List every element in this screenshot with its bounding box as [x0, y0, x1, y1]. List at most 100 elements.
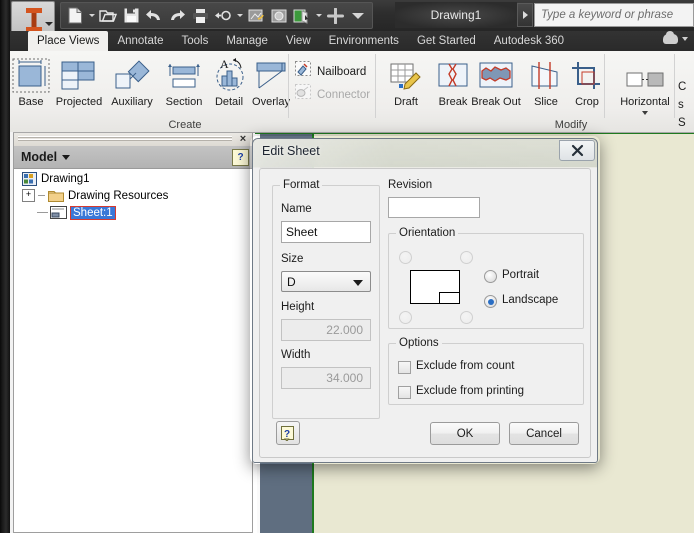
- tree-connector-line: [37, 212, 48, 213]
- chevron-down-icon[interactable]: [62, 154, 71, 160]
- panel-separator: [288, 54, 289, 118]
- size-select[interactable]: D: [281, 271, 371, 292]
- ok-button[interactable]: OK: [430, 422, 500, 445]
- ribbon-label-projected: Projected: [55, 96, 103, 108]
- cloud-dropdown-caret-icon: [682, 37, 688, 41]
- connector-icon: [295, 84, 312, 105]
- next-document-button[interactable]: [517, 3, 533, 27]
- tab-annotate[interactable]: Annotate: [108, 31, 172, 51]
- base-view-icon: [12, 54, 50, 94]
- format-group-legend: Format: [283, 179, 320, 191]
- panel-separator: [604, 54, 605, 118]
- panel-separator: [674, 54, 675, 118]
- save-icon[interactable]: [120, 4, 142, 27]
- tree-expander-plus[interactable]: +: [22, 189, 35, 202]
- search-input[interactable]: Type a keyword or phrase: [534, 3, 694, 27]
- new-icon[interactable]: [64, 4, 86, 27]
- dialog-close-button[interactable]: [559, 140, 595, 161]
- draft-icon: [387, 54, 425, 94]
- size-select-value: D: [287, 274, 296, 289]
- name-input[interactable]: Sheet: [281, 221, 371, 243]
- print-icon[interactable]: [189, 4, 211, 27]
- ribbon-button-nailboard[interactable]: Nailboard: [295, 61, 366, 82]
- ribbon-label-base: Base: [18, 96, 44, 108]
- browser-help-icon[interactable]: ?: [232, 149, 249, 166]
- browser-header[interactable]: Model ?: [14, 146, 252, 169]
- ribbon-label-draft: Draft: [394, 96, 418, 108]
- browser-close-button[interactable]: ×: [237, 132, 249, 145]
- overlay-view-icon: [252, 54, 290, 94]
- tab-get-started[interactable]: Get Started: [408, 31, 485, 51]
- ribbon-label-crop: Crop: [575, 96, 599, 108]
- corner-radio-top-left: [399, 251, 412, 264]
- select-icon[interactable]: [324, 4, 346, 27]
- dialog-body: Format Name Sheet Size D Height 22.000 W…: [259, 168, 591, 458]
- options-group-legend: Options: [399, 337, 439, 349]
- svg-text:?: ?: [284, 429, 290, 440]
- chevron-down-icon: [353, 280, 363, 286]
- ribbon-button-projected[interactable]: Projected: [52, 54, 106, 116]
- title-bar: PRO: [0, 0, 694, 46]
- ribbon-button-overlay[interactable]: Overlay: [244, 54, 298, 116]
- ribbon-label-overlay: Overlay: [252, 96, 290, 108]
- appearance-icon[interactable]: [291, 4, 313, 27]
- corner-radio-bottom-left: [399, 311, 412, 324]
- orientation-radio-portrait[interactable]: [484, 270, 497, 283]
- undo-icon[interactable]: [143, 4, 165, 27]
- ribbon-button-crop[interactable]: Crop: [560, 54, 614, 116]
- ribbon-button-base[interactable]: Base: [4, 54, 58, 116]
- checkbox-exclude-from-count[interactable]: [398, 361, 411, 374]
- tree-label-sheet: Sheet:1: [70, 205, 116, 220]
- update-icon[interactable]: [245, 4, 267, 27]
- checkbox-exclude-from-printing[interactable]: [398, 386, 411, 399]
- browser-drag-grip[interactable]: ×: [14, 132, 252, 147]
- ribbon-button-horizontal[interactable]: Horizontal: [614, 54, 676, 116]
- tab-place-views[interactable]: Place Views: [28, 31, 109, 51]
- tab-view[interactable]: View: [277, 31, 320, 51]
- return-dropdown-caret-icon[interactable]: [235, 4, 244, 27]
- application-left-edge: [0, 0, 10, 533]
- edit-sheet-dialog: Edit Sheet Format Name Sheet Size D Heig…: [252, 138, 598, 463]
- drawing-document-icon: [22, 171, 37, 186]
- ribbon-panel-create: Base Projected Auxiliary Section A Detai…: [0, 51, 376, 132]
- ribbon-label-connector: Connector: [317, 88, 371, 101]
- orientation-radio-landscape[interactable]: [484, 295, 497, 308]
- material-icon[interactable]: [268, 4, 290, 27]
- ribbon-label-section: Section: [165, 96, 203, 108]
- dialog-help-button[interactable]: ?: [276, 421, 300, 445]
- name-label: Name: [281, 203, 312, 215]
- ribbon-button-draft[interactable]: Draft: [379, 54, 433, 116]
- crop-icon: [568, 54, 606, 94]
- title-block-preview: [439, 292, 459, 303]
- horizontal-dropdown-caret-icon[interactable]: [642, 111, 648, 115]
- revision-label: Revision: [388, 179, 433, 191]
- ribbon-label-auxiliary: Auxiliary: [111, 96, 153, 108]
- tree-item-drawing-resources[interactable]: + Drawing Resources: [14, 187, 252, 204]
- redo-icon[interactable]: [166, 4, 188, 27]
- tab-environments[interactable]: Environments: [320, 31, 408, 51]
- ribbon-button-break-out[interactable]: Break Out: [469, 54, 523, 116]
- ribbon-label-nailboard: Nailboard: [317, 65, 367, 78]
- tab-autodesk-360[interactable]: Autodesk 360: [485, 31, 573, 51]
- truncated-label-3: S: [678, 117, 686, 129]
- tree-item-sheet[interactable]: Sheet:1: [14, 204, 252, 221]
- truncated-label-2: s: [678, 99, 684, 111]
- ribbon-panel-modify: Draft Break Break Out Slice Crop Horizon…: [376, 51, 676, 132]
- ribbon-button-auxiliary[interactable]: Auxiliary: [105, 54, 159, 116]
- tab-manage[interactable]: Manage: [217, 31, 277, 51]
- tree-label-drawing-resources: Drawing Resources: [68, 189, 169, 202]
- appearance-dropdown-caret-icon[interactable]: [314, 4, 323, 27]
- tree-item-drawing[interactable]: Drawing1: [14, 170, 252, 187]
- return-icon[interactable]: [212, 4, 234, 27]
- inventor-logo-icon: [24, 7, 44, 33]
- open-icon[interactable]: [97, 4, 119, 27]
- autodesk-cloud-button[interactable]: [663, 31, 688, 44]
- tab-tools[interactable]: Tools: [172, 31, 217, 51]
- application-menu-caret-icon[interactable]: [45, 22, 53, 26]
- ribbon-label-slice: Slice: [534, 96, 558, 108]
- revision-input[interactable]: [388, 197, 480, 218]
- new-dropdown-caret-icon[interactable]: [87, 4, 96, 27]
- cancel-button[interactable]: Cancel: [509, 422, 579, 445]
- qat-overflow-caret-icon[interactable]: [347, 4, 369, 27]
- close-icon: [571, 144, 583, 157]
